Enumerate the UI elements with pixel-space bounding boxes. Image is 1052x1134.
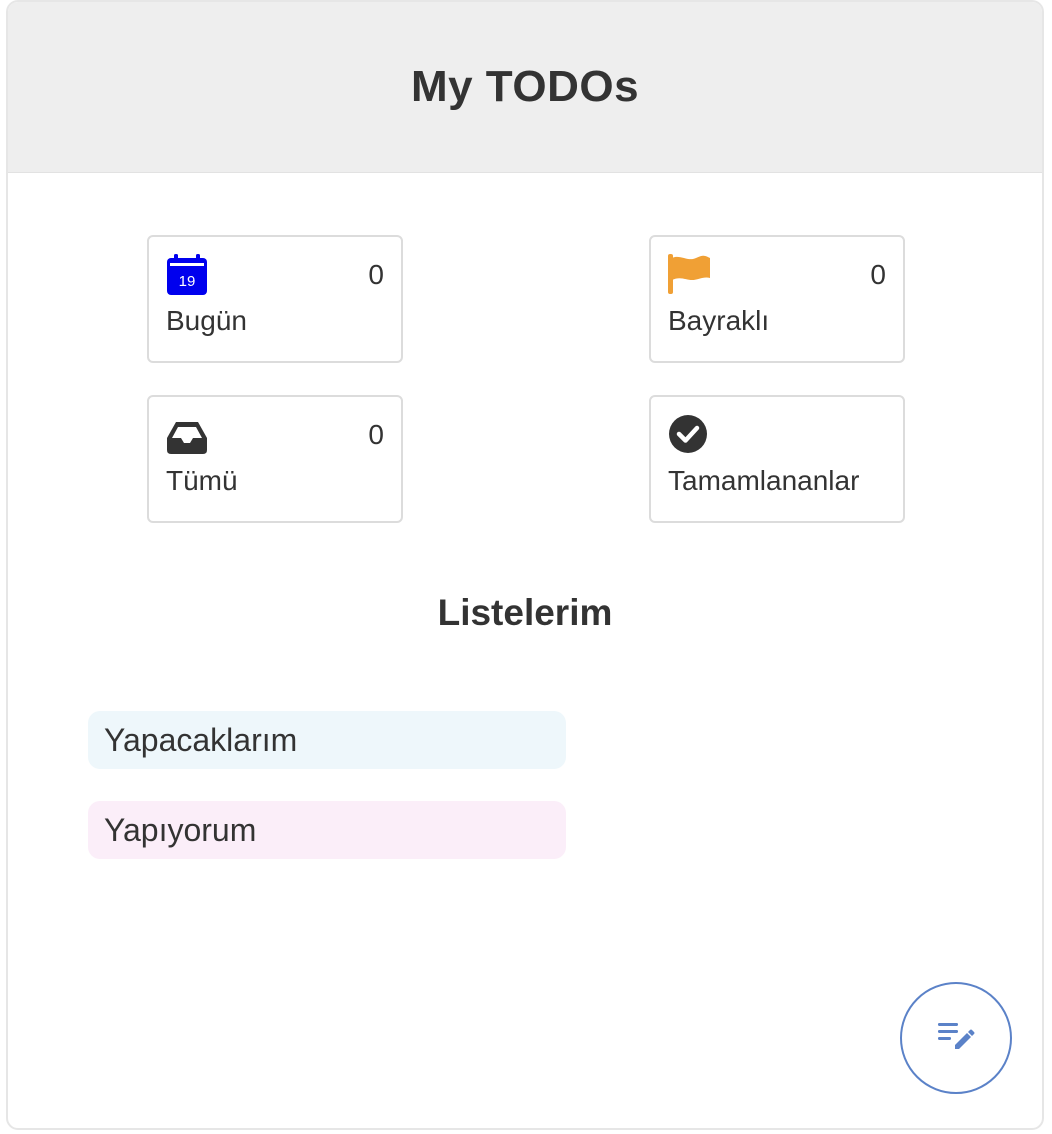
smart-list-completed[interactable]: Tamamlananlar bbox=[649, 395, 905, 523]
new-list-button[interactable] bbox=[900, 982, 1012, 1094]
flag-icon bbox=[668, 254, 710, 296]
all-label: Tümü bbox=[166, 465, 238, 496]
inbox-tray-icon bbox=[166, 414, 208, 456]
page-title: My TODOs bbox=[410, 62, 640, 111]
calendar-icon: 19 bbox=[166, 254, 208, 296]
todo-app: My TODOs 19 0 Bugün 0 Bayraklı 0 Tümü Ta… bbox=[6, 0, 1044, 1130]
flagged-count: 0 bbox=[870, 259, 886, 290]
completed-label: Tamamlananlar bbox=[668, 465, 860, 496]
all-count: 0 bbox=[368, 419, 384, 450]
my-lists-title: Listelerim bbox=[437, 592, 613, 633]
calendar-day-number: 19 bbox=[179, 273, 196, 290]
today-count: 0 bbox=[368, 259, 384, 290]
today-label: Bugün bbox=[166, 305, 247, 336]
app-header: My TODOs bbox=[8, 2, 1042, 173]
smart-list-all[interactable]: 0 Tümü bbox=[147, 395, 403, 523]
flagged-label: Bayraklı bbox=[668, 305, 770, 336]
check-circle-icon bbox=[668, 414, 710, 456]
list-item-yapacaklarim[interactable]: Yapacaklarım bbox=[88, 711, 566, 769]
smart-list-today[interactable]: 19 0 Bugün bbox=[147, 235, 403, 363]
edit-list-icon bbox=[936, 1016, 976, 1061]
list-item-yapiyorum[interactable]: Yapıyorum bbox=[88, 801, 566, 859]
smart-list-flagged[interactable]: 0 Bayraklı bbox=[649, 235, 905, 363]
